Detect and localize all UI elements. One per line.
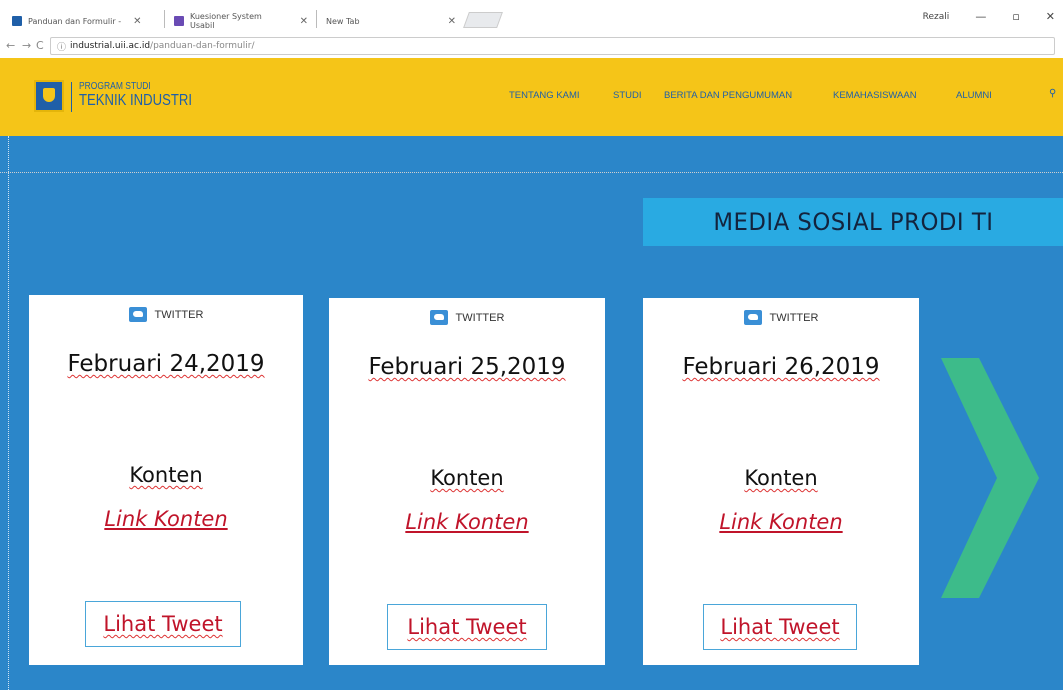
post-date: Februari 25,2019: [329, 354, 605, 380]
tweet-card-3: TWITTER Februari 26,2019 Konten Link Kon…: [643, 298, 919, 665]
forward-arrow-icon[interactable]: →: [22, 39, 31, 52]
section-title: MEDIA SOSIAL PRODI TI: [712, 208, 994, 236]
twitter-icon: [429, 310, 448, 325]
nav-berita-dan-pengumuman[interactable]: BERITA DAN PENGUMUMAN: [664, 90, 792, 101]
reload-icon[interactable]: C: [36, 39, 44, 52]
forms-favicon-icon: [174, 16, 184, 26]
nav-kemahasiswaan[interactable]: KEMAHASISWAAN: [833, 90, 917, 101]
post-content: Konten: [29, 463, 303, 487]
date-text: Februari 26,2019: [682, 354, 880, 380]
tweet-card-1: TWITTER Februari 24,2019 Konten Link Kon…: [29, 295, 303, 665]
view-tweet-button[interactable]: Lihat Tweet: [387, 604, 547, 650]
site-favicon-icon: [12, 16, 22, 26]
view-tweet-label: Lihat Tweet: [720, 615, 840, 639]
close-tab-icon[interactable]: ✕: [133, 16, 141, 27]
date-text: Februari 25,2019: [368, 354, 566, 380]
window-close-icon[interactable]: ✕: [1046, 10, 1055, 23]
guide-line: [8, 136, 9, 690]
back-arrow-icon[interactable]: ←: [6, 39, 15, 52]
minimize-icon[interactable]: —: [975, 10, 986, 23]
twitter-icon: [743, 310, 762, 325]
browser-tab-1[interactable]: Panduan dan Formulir - ✕: [4, 8, 164, 34]
tab-title: New Tab: [326, 16, 360, 26]
window-controls: Rezali — ▫ ✕: [923, 10, 1055, 23]
content-link[interactable]: Link Konten: [29, 507, 303, 531]
close-tab-icon[interactable]: ✕: [448, 16, 456, 27]
view-tweet-button[interactable]: Lihat Tweet: [85, 601, 241, 647]
nav-tentang-kami[interactable]: TENTANG KAMI: [509, 90, 580, 101]
content-link[interactable]: Link Konten: [643, 510, 919, 534]
url-input[interactable]: ⓘ industrial.uii.ac.id /panduan-dan-form…: [50, 37, 1055, 55]
nav-studi[interactable]: STUDI: [613, 90, 642, 101]
post-date: Februari 26,2019: [643, 354, 919, 380]
new-tab-button[interactable]: [463, 12, 503, 28]
content-text: Konten: [430, 466, 504, 490]
search-icon[interactable]: ⚲: [1049, 88, 1056, 99]
uii-logo-icon[interactable]: [34, 80, 64, 112]
content-link[interactable]: Link Konten: [329, 510, 605, 534]
post-content: Konten: [643, 466, 919, 490]
browser-tab-3[interactable]: New Tab ✕: [318, 8, 464, 34]
maximize-icon[interactable]: ▫: [1012, 10, 1019, 23]
section-divider: [0, 172, 1063, 173]
next-arrow-icon[interactable]: [941, 358, 1039, 598]
tab-title: Panduan dan Formulir -: [28, 16, 122, 26]
platform-text: TWITTER: [154, 308, 204, 321]
platform-label: TWITTER: [643, 310, 919, 325]
tab-title: Kuesioner System Usabil: [190, 12, 262, 30]
logo-title[interactable]: TEKNIK INDUSTRI: [79, 92, 192, 110]
post-content: Konten: [329, 466, 605, 490]
logo-divider: [71, 82, 72, 112]
logo-subtitle[interactable]: PROGRAM STUDI: [79, 81, 151, 92]
browser-address-bar: ← → C ⓘ industrial.uii.ac.id /panduan-da…: [0, 34, 1063, 58]
browser-tab-bar: Panduan dan Formulir - ✕ Kuesioner Syste…: [0, 0, 1063, 34]
content-text: Konten: [744, 466, 818, 490]
post-date: Februari 24,2019: [29, 351, 303, 377]
content-text: Konten: [129, 463, 203, 487]
platform-text: TWITTER: [769, 311, 819, 324]
twitter-icon: [128, 307, 147, 322]
date-text: Februari 24,2019: [67, 351, 265, 377]
profile-name[interactable]: Rezali: [923, 12, 950, 22]
platform-label: TWITTER: [29, 307, 303, 322]
info-icon[interactable]: ⓘ: [57, 40, 66, 53]
section-banner: MEDIA SOSIAL PRODI TI: [643, 198, 1063, 246]
view-tweet-button[interactable]: Lihat Tweet: [703, 604, 857, 650]
social-media-section: MEDIA SOSIAL PRODI TI TWITTER Februari 2…: [0, 136, 1063, 690]
url-path: /panduan-dan-formulir/: [150, 41, 255, 51]
platform-label: TWITTER: [329, 310, 605, 325]
url-host: industrial.uii.ac.id: [70, 41, 151, 51]
browser-tab-2[interactable]: Kuesioner System Usabil ✕: [166, 8, 316, 34]
close-tab-icon[interactable]: ✕: [300, 16, 308, 27]
tweet-card-2: TWITTER Februari 25,2019 Konten Link Kon…: [329, 298, 605, 665]
site-header: PROGRAM STUDI TEKNIK INDUSTRI TENTANG KA…: [0, 58, 1063, 136]
tab-divider: [164, 10, 165, 28]
platform-text: TWITTER: [455, 311, 505, 324]
nav-alumni[interactable]: ALUMNI: [956, 90, 992, 101]
view-tweet-label: Lihat Tweet: [407, 615, 527, 639]
tab-divider: [316, 10, 317, 28]
view-tweet-label: Lihat Tweet: [103, 612, 223, 636]
